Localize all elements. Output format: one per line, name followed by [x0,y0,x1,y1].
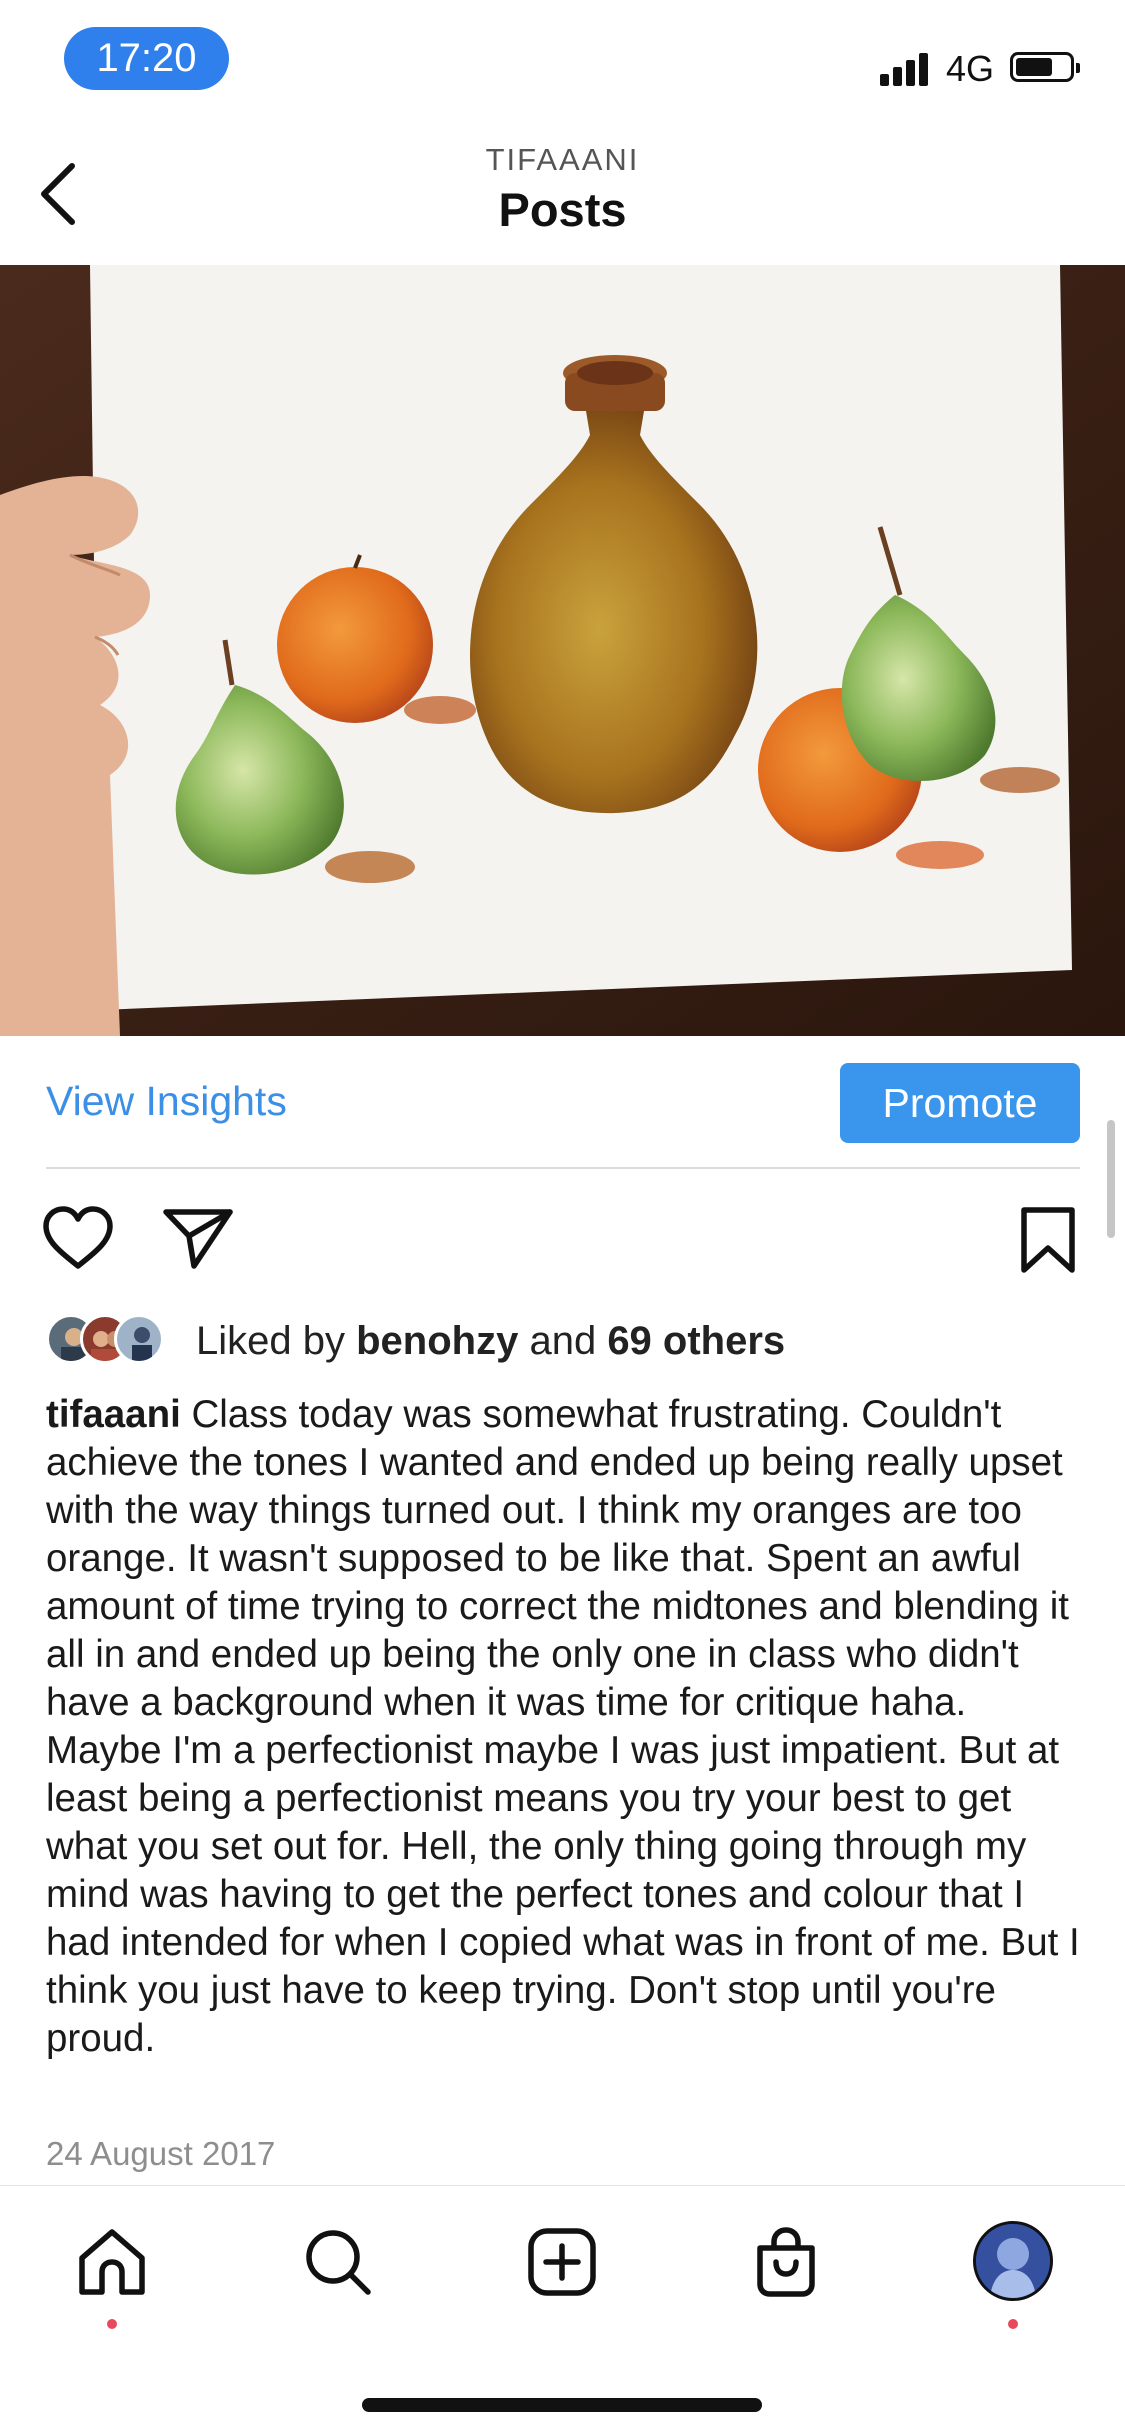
liker-username[interactable]: benohzy [356,1319,518,1363]
signal-icon [880,52,932,86]
search-icon[interactable] [298,2222,378,2302]
create-post-icon[interactable] [522,2222,602,2302]
likes-prefix: Liked by [196,1319,357,1363]
home-icon[interactable] [72,2222,152,2302]
liker-avatar [114,1314,164,1364]
post-image[interactable] [0,265,1125,1036]
likes-and: and [518,1319,608,1363]
page-title: Posts [498,183,627,236]
home-indicator[interactable] [362,2398,762,2412]
post-date: 24 August 2017 [46,2135,276,2172]
divider [46,1167,1080,1169]
instagram-post-screen: 17:20 4G TIFAAANI Posts View Insights Pr… [0,0,1125,2436]
insights-row: View Insights Promote [0,1036,1125,1168]
bookmark-icon[interactable] [1008,1200,1088,1280]
profile-avatar[interactable] [973,2221,1053,2301]
post-caption: tifaaani Class today was somewhat frustr… [46,1391,1086,2063]
top-header: TIFAAANI Posts [0,120,1125,266]
view-insights-link[interactable]: View Insights [46,1078,287,1125]
likes-others-count[interactable]: 69 others [607,1319,785,1363]
promote-button[interactable]: Promote [840,1063,1080,1143]
profile-notification-dot [1008,2319,1018,2329]
network-type: 4G [946,48,995,89]
heart-icon[interactable] [38,1200,118,1280]
status-bar: 17:20 4G [0,0,1125,120]
send-icon[interactable] [158,1200,238,1280]
likes-text: Liked by benohzy and 69 others [196,1319,785,1364]
caption-text: Class today was somewhat frustrating. Co… [46,1393,1080,2060]
caption-username[interactable]: tifaaani [46,1393,181,1436]
battery-icon [1010,52,1080,82]
shop-icon[interactable] [746,2222,826,2302]
post-actions [0,1200,1125,1280]
likes-row[interactable]: Liked by benohzy and 69 others [46,1314,1086,1370]
header-account-name: TIFAAANI [485,142,640,177]
status-time: 17:20 [64,27,229,90]
home-notification-dot [107,2319,117,2329]
